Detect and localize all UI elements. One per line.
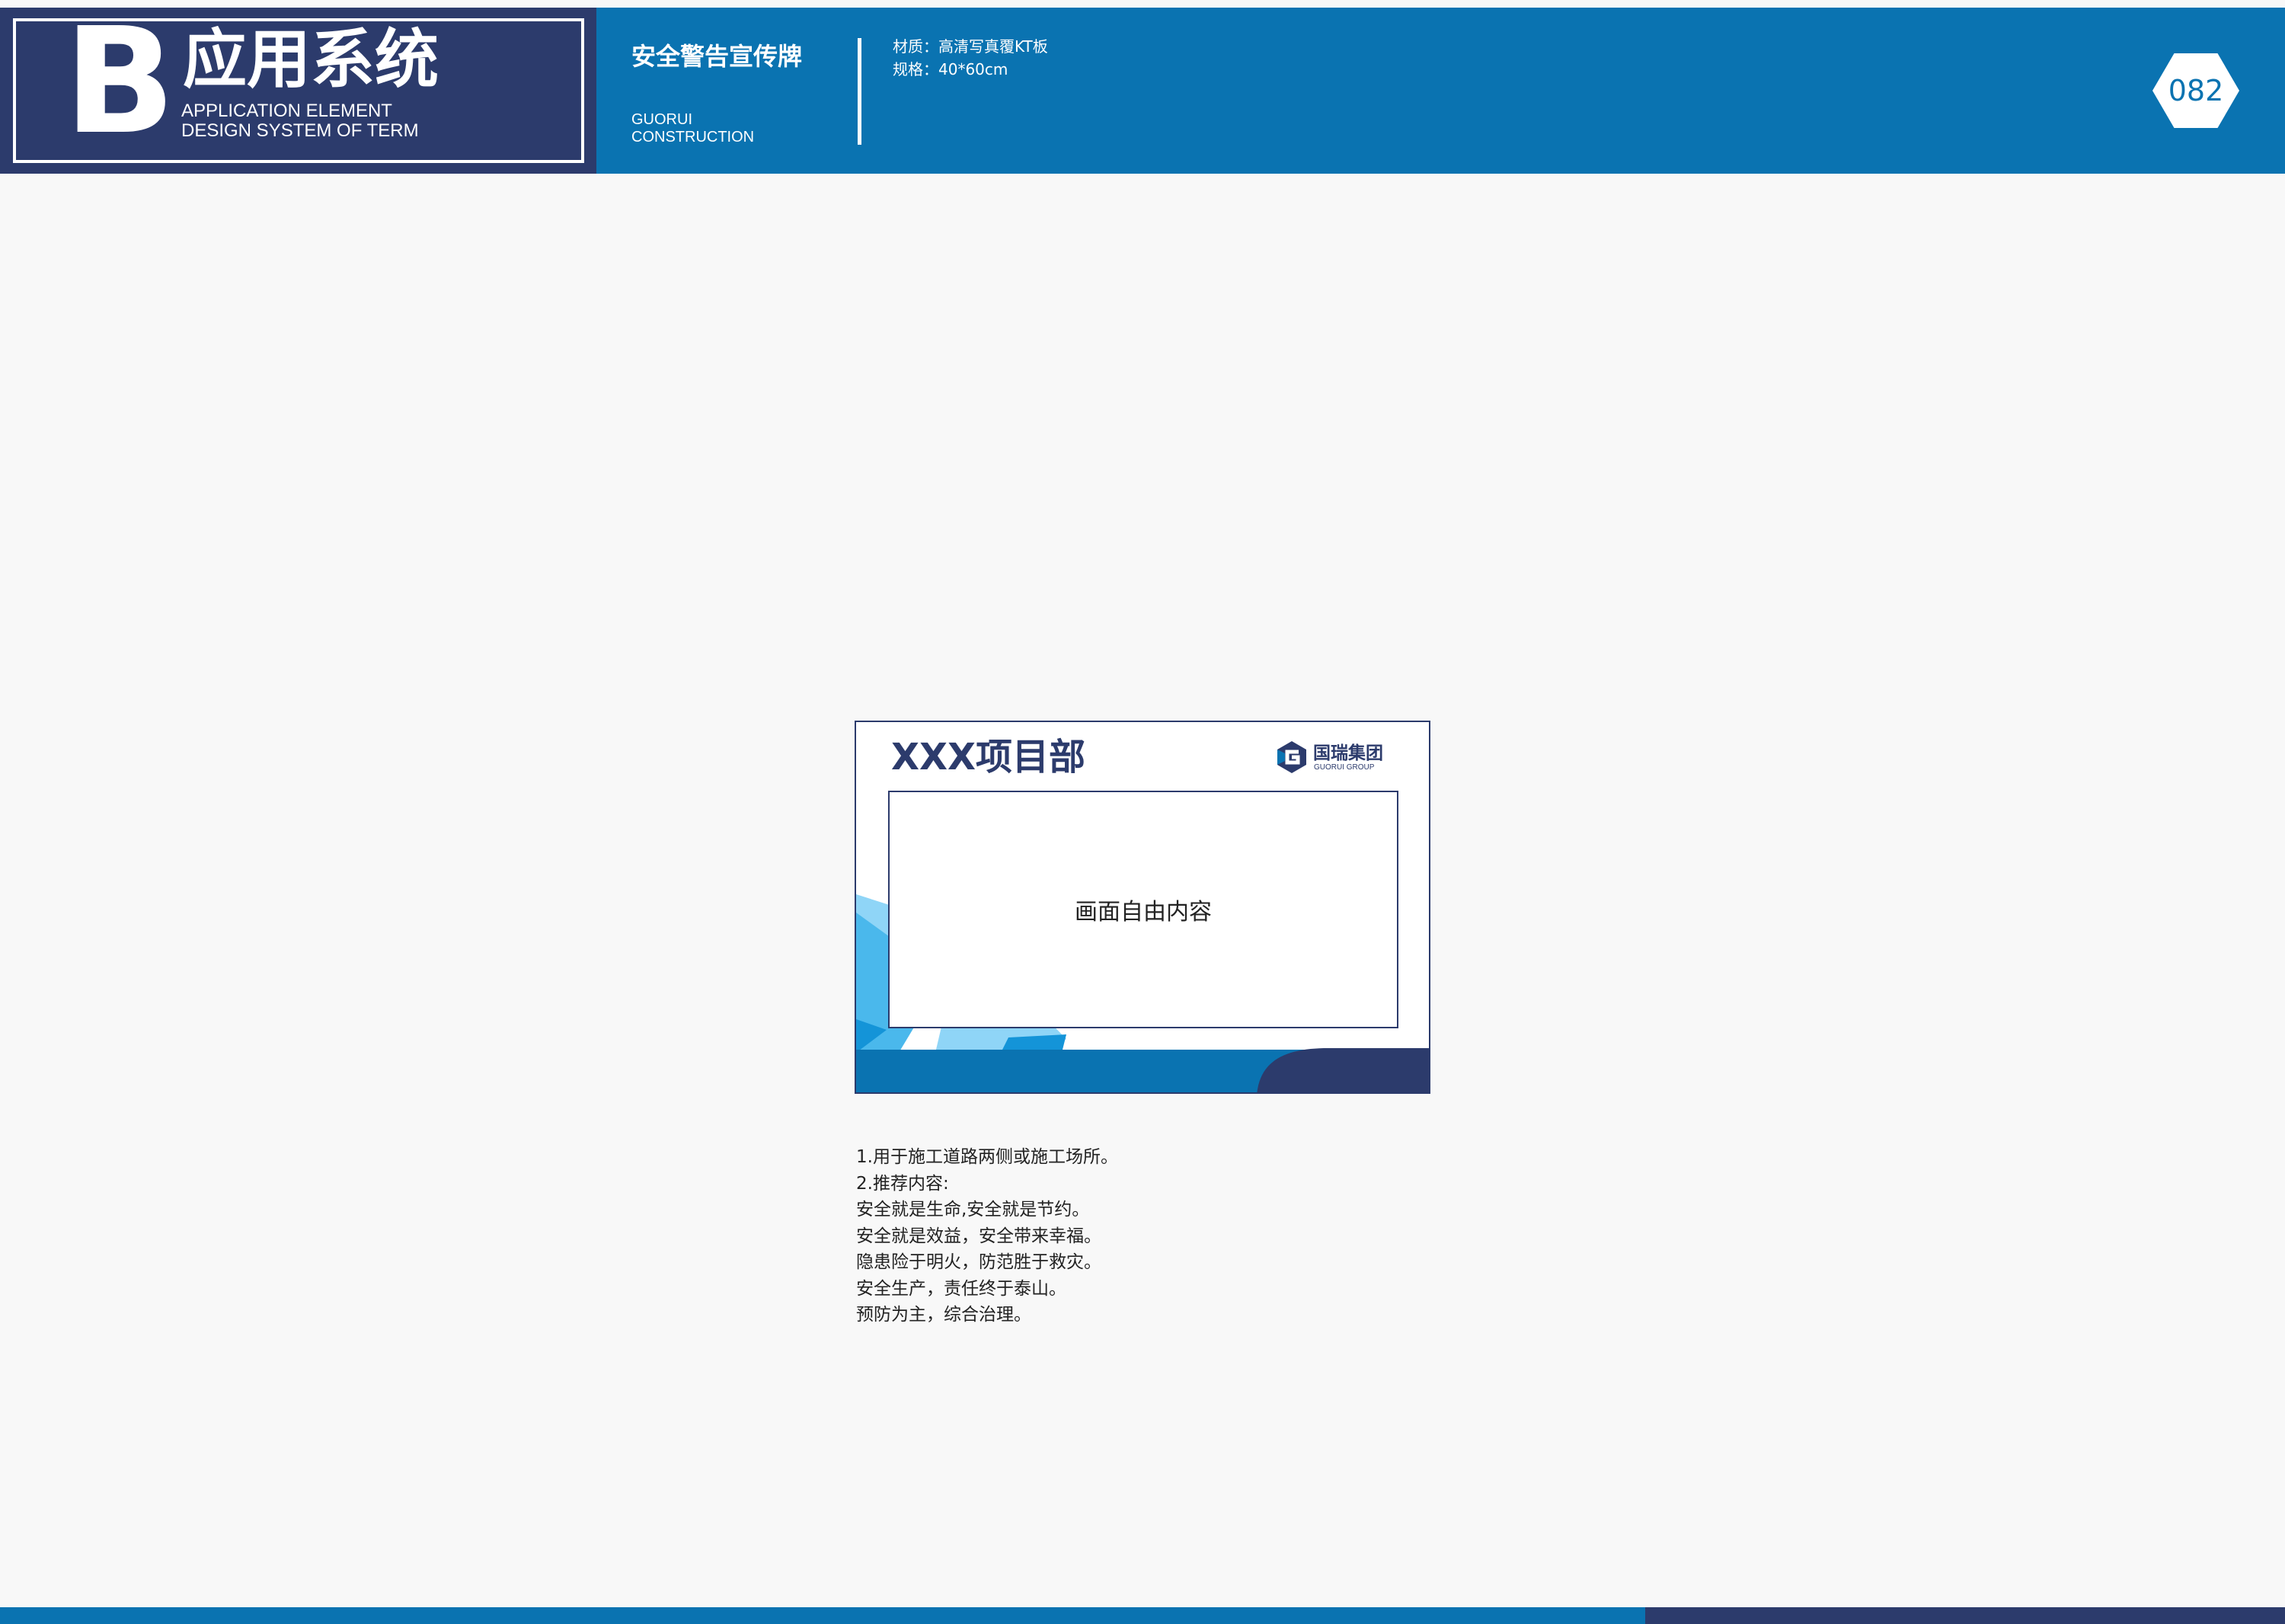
company-name-line2: CONSTRUCTION: [631, 129, 755, 145]
project-name: XXX项目部: [891, 736, 1086, 778]
note-line: 安全就是效益，安全带来幸福。: [856, 1226, 1101, 1246]
section-title: 应用系统: [183, 22, 439, 97]
note-line: 预防为主，综合治理。: [856, 1305, 1031, 1325]
sign-mockup: XXX项目部 国瑞集团 GUORUI GROUP 画面自由内容: [855, 721, 1430, 1094]
note-line: 隐患险于明火，防范胜于救灾。: [856, 1252, 1101, 1272]
page-title: 安全警告宣传牌: [631, 42, 803, 71]
company-name-line1: GUORUI: [631, 111, 692, 128]
footer-bar: [0, 1607, 1645, 1624]
company-logo: 国瑞集团 GUORUI GROUP: [1275, 737, 1405, 780]
note-line: 安全就是生命,安全就是节约。: [856, 1200, 1090, 1220]
page-number-badge: 082: [2152, 53, 2239, 128]
note-line: 1.用于施工道路两侧或施工场所。: [856, 1147, 1118, 1167]
footer-bar-accent: [1645, 1607, 2285, 1624]
logo-english-name: GUORUI GROUP: [1314, 763, 1375, 772]
note-line: 安全生产，责任终于泰山。: [856, 1278, 1066, 1299]
spec-info: 材质：高清写真覆KT板 规格：40*60cm: [893, 35, 1048, 81]
content-area: 画面自由内容: [888, 791, 1398, 1028]
company-name: GUORUI CONSTRUCTION: [631, 111, 754, 146]
header-bar: B 应用系统 APPLICATION ELEMENT DESIGN SYSTEM…: [0, 0, 2285, 174]
logo-chinese-name: 国瑞集团: [1313, 743, 1383, 763]
section-subtitle-line1: APPLICATION ELEMENT: [181, 101, 392, 121]
usage-notes: 1.用于施工道路两侧或施工场所。 2.推荐内容: 安全就是生命,安全就是节约。 …: [856, 1144, 1389, 1328]
size-spec: 规格：40*60cm: [893, 60, 1008, 78]
section-subtitle: APPLICATION ELEMENT DESIGN SYSTEM OF TER…: [181, 101, 419, 141]
note-line: 2.推荐内容:: [856, 1173, 949, 1194]
material-spec: 材质：高清写真覆KT板: [893, 37, 1048, 56]
section-brand-block: B 应用系统 APPLICATION ELEMENT DESIGN SYSTEM…: [0, 0, 596, 174]
section-letter: B: [64, 0, 176, 167]
page-number: 082: [2168, 74, 2224, 107]
header-divider: [858, 38, 861, 145]
section-subtitle-line2: DESIGN SYSTEM OF TERM: [181, 120, 419, 141]
logo-mark-icon: [1277, 741, 1306, 773]
content-placeholder: 画面自由内容: [1075, 899, 1212, 925]
